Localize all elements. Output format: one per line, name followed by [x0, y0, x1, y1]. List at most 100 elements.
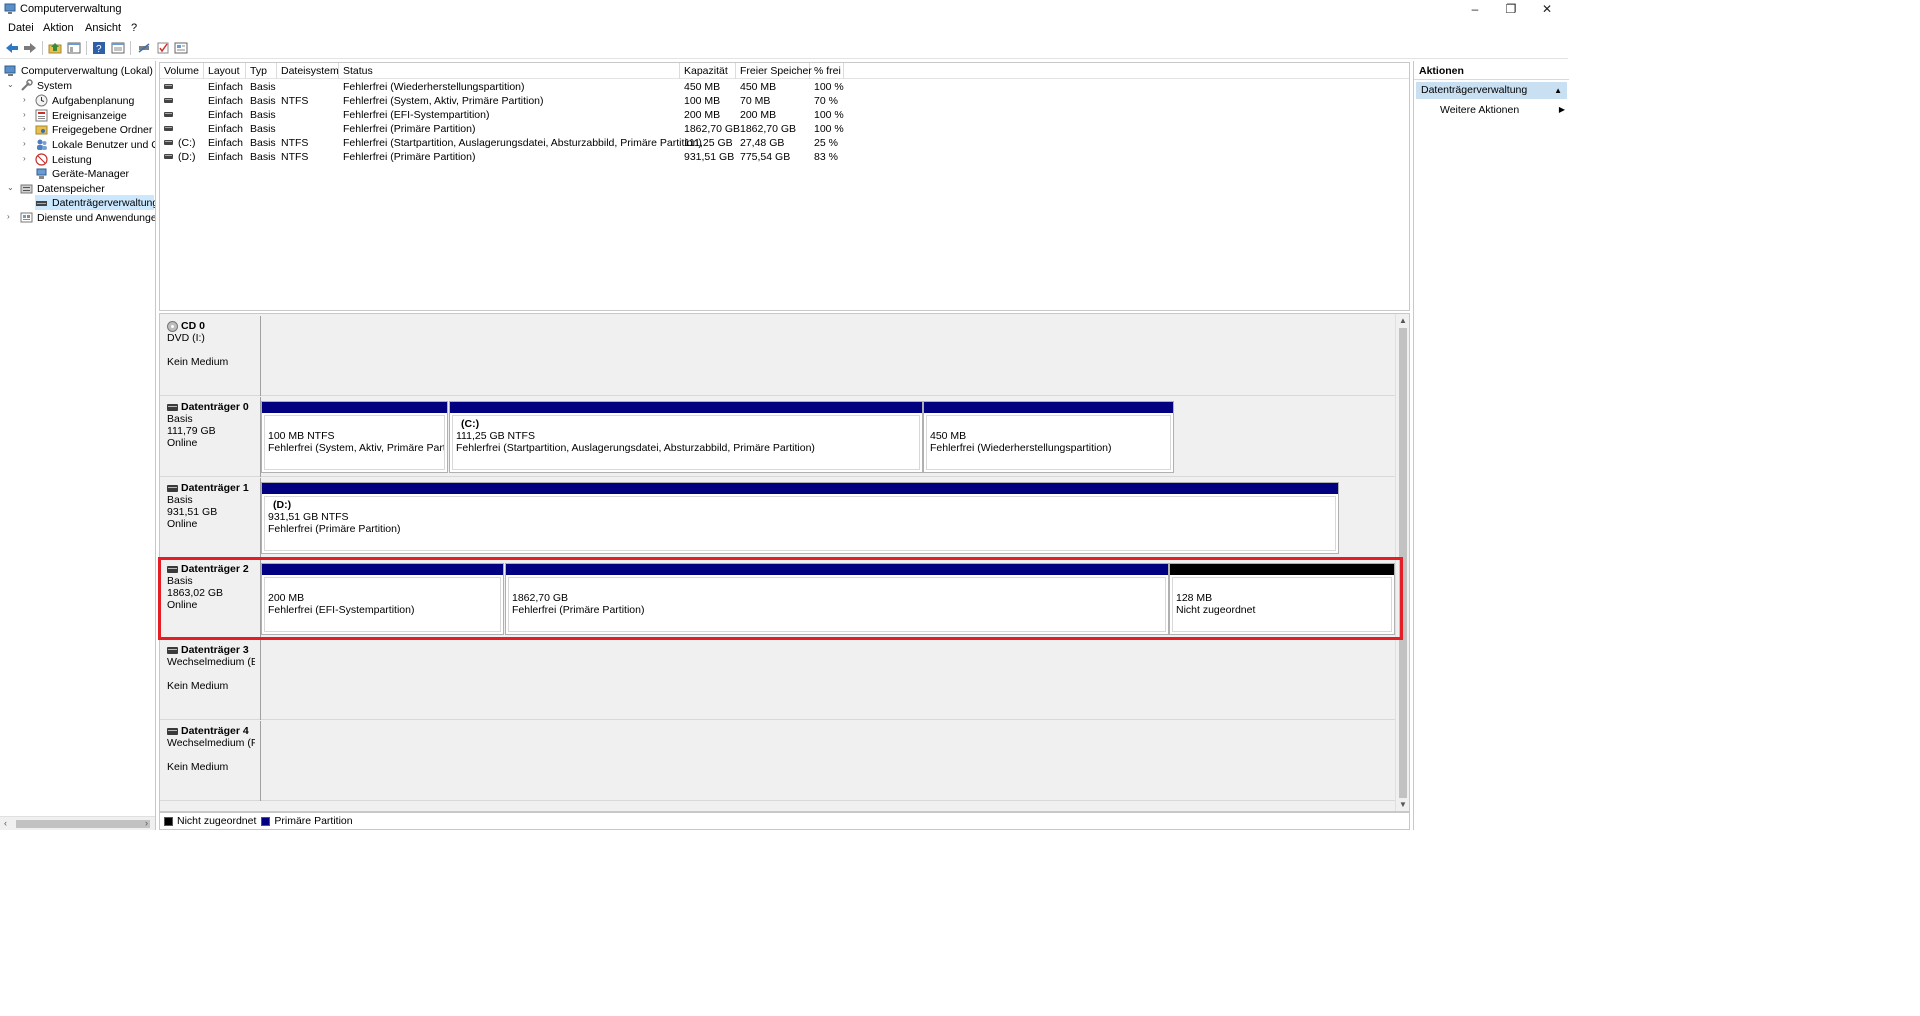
partition-status: Nicht zugeordnet	[1176, 604, 1256, 616]
device-manager-icon	[35, 167, 48, 180]
tree-horizontal-scrollbar[interactable]: ‹ ›	[0, 816, 155, 830]
actions-section-disk-management[interactable]: Datenträgerverwaltung ▲	[1416, 82, 1567, 99]
partition-block[interactable]: (C:) 111,25 GB NTFS Fehlerfrei (Startpar…	[449, 401, 923, 473]
tree-item-performance[interactable]: Leistung	[35, 152, 92, 167]
menu-ansicht[interactable]: Ansicht	[85, 22, 121, 34]
disk-label[interactable]: Datenträger 2 Basis 1863,02 GB Online	[160, 559, 261, 639]
tree-item-shared-folders[interactable]: Freigegebene Ordner	[35, 122, 152, 137]
show-hide-tree-icon[interactable]	[66, 40, 82, 56]
chevron-right-icon[interactable]: ›	[23, 96, 31, 104]
scroll-left-icon[interactable]: ‹	[4, 818, 7, 828]
scroll-up-icon[interactable]: ▲	[1399, 316, 1407, 325]
volume-icon	[164, 154, 173, 159]
disk-info-line: Basis	[167, 575, 193, 587]
disk-row-disk4[interactable]: Datenträger 4 Wechselmedium (F: Kein Med…	[160, 721, 1396, 801]
partition-size: 111,25 GB NTFS	[456, 430, 535, 442]
table-row[interactable]: Einfach Basis Fehlerfrei (EFI-Systempart…	[160, 108, 1409, 122]
column-header-percent-free[interactable]: % frei	[810, 63, 844, 79]
column-header-capacity[interactable]: Kapazität	[680, 63, 736, 79]
tree-item-services[interactable]: Dienste und Anwendungen	[20, 210, 156, 225]
disk-row-disk3[interactable]: Datenträger 3 Wechselmedium (E: Kein Med…	[160, 640, 1396, 720]
partition-block[interactable]: 450 MB Fehlerfrei (Wiederherstellungspar…	[923, 401, 1174, 473]
chevron-down-icon[interactable]: ⌄	[7, 184, 15, 192]
partition-block[interactable]: 200 MB Fehlerfrei (EFI-Systempartition)	[261, 563, 504, 635]
tree-item-storage[interactable]: Datenspeicher	[20, 181, 105, 196]
scroll-right-icon[interactable]: ›	[145, 818, 148, 828]
column-header-status[interactable]: Status	[339, 63, 680, 79]
partition-block[interactable]: 1862,70 GB Fehlerfrei (Primäre Partition…	[505, 563, 1169, 635]
table-row[interactable]: Einfach Basis NTFS Fehlerfrei (System, A…	[160, 94, 1409, 108]
disk-label[interactable]: Datenträger 4 Wechselmedium (F: Kein Med…	[160, 721, 261, 801]
close-button[interactable]: ✕	[1529, 0, 1565, 19]
tree-item-event-viewer[interactable]: Ereignisanzeige	[35, 108, 127, 123]
connect-icon[interactable]	[136, 40, 152, 56]
cell-volume: (D:)	[178, 151, 196, 163]
removable-disk-icon	[167, 646, 178, 654]
tree-item-disk-management[interactable]: Datenträgerverwaltung	[35, 195, 155, 210]
restore-button[interactable]: ❐	[1493, 0, 1529, 19]
menu-datei[interactable]: Datei	[8, 22, 34, 34]
tree-item-root[interactable]: Computerverwaltung (Lokal)	[4, 63, 153, 78]
check-icon[interactable]	[155, 40, 171, 56]
chevron-right-icon[interactable]: ›	[7, 213, 15, 221]
chevron-right-icon[interactable]: ›	[23, 140, 31, 148]
chevron-right-icon[interactable]: ›	[23, 125, 31, 133]
view-icon[interactable]	[110, 40, 126, 56]
disk-row-disk1[interactable]: Datenträger 1 Basis 931,51 GB Online (D:…	[160, 478, 1396, 558]
column-header-filesystem[interactable]: Dateisystem	[277, 63, 339, 79]
menu-help[interactable]: ?	[131, 22, 137, 34]
table-row[interactable]: (C:) Einfach Basis NTFS Fehlerfrei (Star…	[160, 136, 1409, 150]
up-folder-icon[interactable]	[47, 40, 63, 56]
partition-block-unallocated[interactable]: 128 MB Nicht zugeordnet	[1169, 563, 1395, 635]
cell-percent-free: 100 %	[814, 109, 844, 121]
table-row[interactable]: Einfach Basis Fehlerfrei (Wiederherstell…	[160, 80, 1409, 94]
table-row[interactable]: (D:) Einfach Basis NTFS Fehlerfrei (Prim…	[160, 150, 1409, 164]
disk-label[interactable]: Datenträger 0 Basis 111,79 GB Online	[160, 397, 261, 477]
legend-swatch	[261, 816, 271, 826]
forward-arrow-icon[interactable]	[22, 40, 38, 56]
back-arrow-icon[interactable]	[4, 40, 20, 56]
column-header-type[interactable]: Typ	[246, 63, 277, 79]
properties-icon[interactable]	[173, 40, 189, 56]
disk-info-line	[167, 668, 260, 680]
tree-item-task-scheduler[interactable]: Aufgabenplanung	[35, 93, 134, 108]
minimize-button[interactable]: –	[1457, 0, 1493, 19]
disk-label[interactable]: Datenträger 1 Basis 931,51 GB Online	[160, 478, 261, 558]
table-row[interactable]: Einfach Basis Fehlerfrei (Primäre Partit…	[160, 122, 1409, 136]
menu-aktion[interactable]: Aktion	[43, 22, 74, 34]
partition-block[interactable]: (D:) 931,51 GB NTFS Fehlerfrei (Primäre …	[261, 482, 1339, 554]
scroll-down-icon[interactable]: ▼	[1399, 800, 1407, 809]
scrollbar-thumb[interactable]	[1399, 328, 1407, 798]
menu-bar: Datei Aktion Ansicht ?	[0, 19, 1568, 37]
tree-item-device-manager[interactable]: Geräte-Manager	[35, 166, 129, 181]
help-icon[interactable]: ?	[91, 40, 107, 56]
disk-info-line: Kein Medium	[167, 356, 229, 368]
window-title: Computerverwaltung	[20, 3, 122, 15]
tree-item-system[interactable]: System	[20, 78, 72, 93]
chevron-down-icon[interactable]: ⌄	[7, 81, 15, 89]
chevron-right-icon[interactable]: ›	[23, 155, 31, 163]
partition-size: 200 MB	[268, 592, 305, 604]
disk-view-vertical-scrollbar[interactable]: ▲ ▼	[1395, 314, 1409, 811]
disk-row-disk2[interactable]: Datenträger 2 Basis 1863,02 GB Online 20…	[160, 559, 1396, 639]
column-header-free-space[interactable]: Freier Speicher	[736, 63, 812, 79]
cell-status: Fehlerfrei (Startpartition, Auslagerungs…	[343, 137, 702, 149]
cell-percent-free: 70 %	[814, 95, 838, 107]
chevron-right-icon[interactable]: ›	[23, 111, 31, 119]
partition-block[interactable]: 100 MB NTFS Fehlerfrei (System, Aktiv, P…	[261, 401, 448, 473]
column-header-volume[interactable]: Volume	[160, 63, 204, 79]
disk-label[interactable]: Datenträger 3 Wechselmedium (E: Kein Med…	[160, 640, 261, 720]
cell-filesystem: NTFS	[281, 137, 309, 149]
tree-item-local-users[interactable]: Lokale Benutzer und Gr	[35, 137, 155, 152]
disk-row-disk0[interactable]: Datenträger 0 Basis 111,79 GB Online 100…	[160, 397, 1396, 477]
disk-row-cd0[interactable]: CD 0 DVD (I:) Kein Medium	[160, 316, 1396, 396]
cell-filesystem	[277, 80, 281, 94]
collapse-up-icon[interactable]: ▲	[1554, 82, 1562, 99]
toolbar-separator	[130, 41, 131, 55]
scrollbar-thumb[interactable]	[16, 820, 150, 828]
tree-item-label: Dienste und Anwendungen	[37, 211, 156, 224]
disk-info-line: 931,51 GB	[167, 506, 218, 518]
column-header-layout[interactable]: Layout	[204, 63, 246, 79]
disk-label[interactable]: CD 0 DVD (I:) Kein Medium	[160, 316, 261, 396]
more-actions-item[interactable]: Weitere Aktionen ▶	[1440, 103, 1567, 117]
